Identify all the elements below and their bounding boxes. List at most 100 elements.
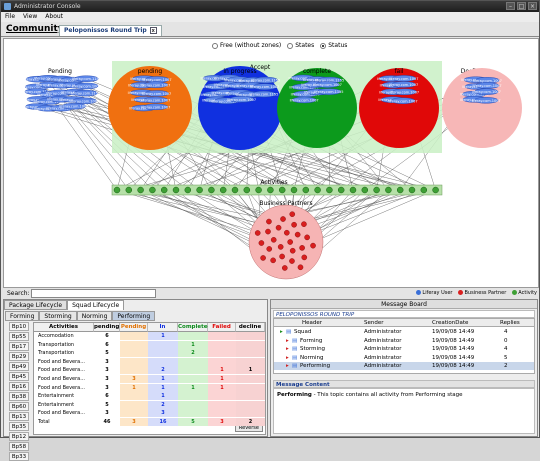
tab-performing[interactable]: Performing: [112, 311, 155, 321]
liferay-user-node[interactable]: liferay.com.1007: [390, 89, 419, 95]
activity-row[interactable]: Entertainment52: [34, 401, 265, 409]
activity-node[interactable]: [303, 187, 309, 193]
activity-col-header[interactable]: Pending: [120, 323, 148, 332]
business-partner-node[interactable]: [265, 229, 270, 234]
business-partner-node[interactable]: [284, 230, 289, 235]
activity-node[interactable]: [208, 187, 214, 193]
liferay-user-node[interactable]: liferay.com.1007: [72, 83, 101, 89]
bp-list-item[interactable]: Bp45: [9, 372, 29, 381]
activity-node[interactable]: [138, 187, 144, 193]
activity-node[interactable]: [197, 187, 203, 193]
liferay-user-node[interactable]: liferay.com.1007: [142, 76, 171, 82]
bp-list-item[interactable]: Bp33: [9, 452, 29, 461]
activity-row[interactable]: Entertainment61: [34, 392, 265, 400]
col-header[interactable]: Header: [302, 319, 322, 327]
menu-view[interactable]: View: [23, 12, 37, 22]
expand-toggle-icon[interactable]: ▸: [280, 328, 283, 336]
liferay-user-node[interactable]: liferay.com.1007: [388, 98, 417, 104]
activity-col-header[interactable]: pending: [94, 323, 120, 332]
liferay-user-node[interactable]: liferay.com.1007: [389, 75, 418, 81]
activity-col-header[interactable]: In progress: [148, 323, 178, 332]
activity-row[interactable]: Accomodation61: [34, 332, 265, 340]
search-input[interactable]: [31, 289, 156, 298]
activity-col-header[interactable]: Failed: [208, 323, 236, 332]
activity-node[interactable]: [149, 187, 155, 193]
tab-storming[interactable]: Storming: [39, 311, 76, 321]
expand-toggle-icon[interactable]: ▸: [286, 354, 289, 362]
tab-peloponissos[interactable]: Peloponissos Round Tripx: [59, 25, 162, 36]
business-partner-node[interactable]: [271, 237, 276, 242]
message-row[interactable]: ▸▤SquadAdministrator19/09/08 14:494: [274, 328, 534, 336]
activity-node[interactable]: [256, 187, 262, 193]
radio-status[interactable]: Status: [320, 42, 347, 49]
liferay-user-node[interactable]: liferay.com.1007: [290, 97, 319, 103]
minimize-button[interactable]: –: [506, 2, 515, 10]
activity-row[interactable]: Transportation61: [34, 341, 265, 349]
col-creation-date[interactable]: CreationDate: [432, 319, 468, 327]
business-partner-node[interactable]: [266, 219, 271, 224]
liferay-user-node[interactable]: liferay.com.1155: [251, 77, 280, 83]
activity-node[interactable]: [385, 187, 391, 193]
message-row[interactable]: ▸▤PerformingAdministrator19/09/08 14:492: [274, 362, 534, 370]
liferay-user-node[interactable]: liferay.com.1007: [59, 103, 88, 109]
bp-list-item[interactable]: Bp35: [9, 422, 29, 431]
business-partner-node[interactable]: [278, 244, 283, 249]
activity-row[interactable]: Food and Bevera...3211: [34, 366, 265, 374]
activity-node[interactable]: [326, 187, 332, 193]
close-tab-icon[interactable]: x: [150, 27, 157, 34]
liferay-user-node[interactable]: liferay.com.1007: [473, 83, 502, 89]
expand-toggle-icon[interactable]: ▸: [286, 337, 289, 345]
business-partner-node[interactable]: [310, 243, 315, 248]
activity-node[interactable]: [232, 187, 238, 193]
activity-row[interactable]: Food and Bevera...33: [34, 409, 265, 417]
activity-node[interactable]: [421, 187, 427, 193]
activity-node[interactable]: [350, 187, 356, 193]
liferay-user-node[interactable]: liferay.com.1007: [141, 82, 170, 88]
business-partner-node[interactable]: [255, 230, 260, 235]
activity-node[interactable]: [409, 187, 415, 193]
liferay-user-node[interactable]: liferay.com.1007: [70, 98, 99, 104]
activity-row[interactable]: Food and Bevera...3311: [34, 375, 265, 383]
activity-node[interactable]: [267, 187, 273, 193]
liferay-user-node[interactable]: liferay.com.1007: [142, 90, 171, 96]
liferay-user-node[interactable]: liferay.com.1155: [72, 76, 101, 82]
business-partner-node[interactable]: [298, 265, 303, 270]
activity-node[interactable]: [397, 187, 403, 193]
activity-row[interactable]: Food and Bevera...31111: [34, 384, 265, 392]
activity-node[interactable]: [338, 187, 344, 193]
menu-about[interactable]: About: [45, 12, 63, 22]
liferay-user-node[interactable]: liferay.com.1007: [250, 84, 279, 90]
business-partner-node[interactable]: [291, 222, 296, 227]
business-partner-node[interactable]: [260, 255, 265, 260]
activity-node[interactable]: [362, 187, 368, 193]
bp-list-item[interactable]: Bp60: [9, 402, 29, 411]
bp-list-item[interactable]: Bp58: [9, 442, 29, 451]
close-window-button[interactable]: ×: [528, 2, 537, 10]
business-partner-node[interactable]: [295, 232, 300, 237]
activity-col-header[interactable]: decline: [236, 323, 265, 332]
liferay-user-node[interactable]: liferay.com.1007: [141, 97, 170, 103]
activity-col-header[interactable]: Completed: [178, 323, 208, 332]
bp-list-item[interactable]: Bp29: [9, 352, 29, 361]
business-partner-node[interactable]: [301, 222, 306, 227]
graph-canvas[interactable]: Free (without zones) States Status Accep…: [3, 38, 539, 288]
activity-node[interactable]: [374, 187, 380, 193]
business-partner-node[interactable]: [267, 246, 272, 251]
radio-states[interactable]: States: [287, 42, 314, 49]
message-row[interactable]: ▸▤NormingAdministrator19/09/08 14:495: [274, 354, 534, 362]
menu-file[interactable]: File: [5, 12, 15, 22]
activity-node[interactable]: [185, 187, 191, 193]
liferay-user-node[interactable]: liferay.com.1007: [227, 96, 256, 102]
activity-row[interactable]: Food and Bevera...3: [34, 358, 265, 366]
radio-free[interactable]: Free (without zones): [212, 42, 281, 49]
col-replies[interactable]: Replies: [500, 319, 520, 327]
col-sender[interactable]: Sender: [364, 319, 384, 327]
bp-list-item[interactable]: Bp10: [9, 322, 29, 331]
activity-node[interactable]: [279, 187, 285, 193]
business-partner-node[interactable]: [305, 235, 310, 240]
activity-node[interactable]: [315, 187, 321, 193]
business-partner-node[interactable]: [282, 265, 287, 270]
bp-list-item[interactable]: Bp55: [9, 332, 29, 341]
network-graph[interactable]: Accept Pending Decline pending in progre…: [4, 39, 538, 287]
business-partner-node[interactable]: [289, 258, 294, 263]
